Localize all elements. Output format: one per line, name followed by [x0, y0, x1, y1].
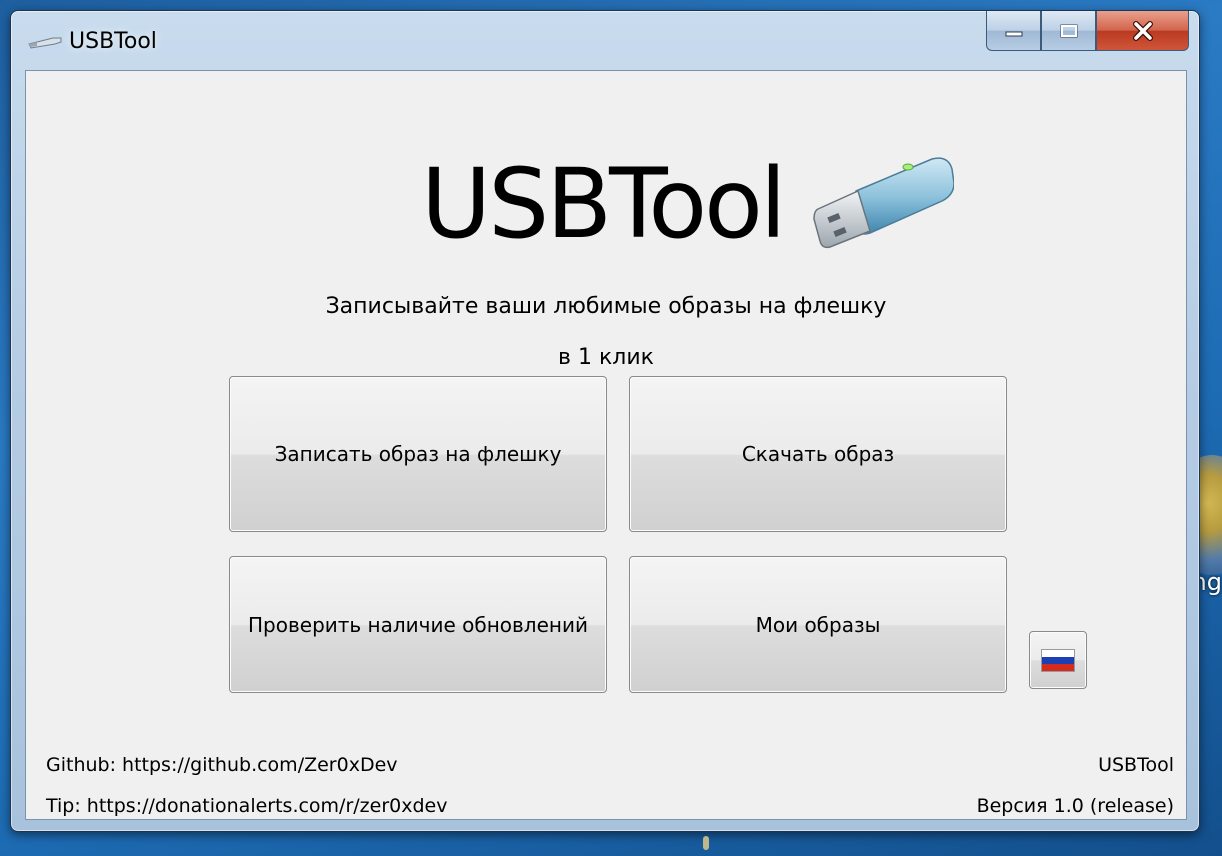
close-button[interactable]	[1096, 11, 1189, 51]
usb-stick-icon	[28, 37, 62, 49]
minimize-button[interactable]	[986, 11, 1041, 51]
download-image-button[interactable]: Скачать образ	[629, 376, 1007, 532]
write-image-button[interactable]: Записать образ на флешку	[229, 376, 607, 532]
minimize-icon	[1005, 31, 1022, 36]
app-heading: USBTool	[421, 148, 787, 260]
russian-flag-icon	[1042, 649, 1074, 671]
close-icon	[1132, 20, 1153, 41]
usb-drive-icon	[813, 157, 954, 249]
github-link: Github: https://github.com/Zer0xDev	[46, 754, 398, 776]
subtitle-line-2: в 1 клик	[558, 345, 654, 370]
app-name-label: USBTool	[1098, 754, 1174, 776]
title-bar[interactable]: USBTool	[11, 11, 1199, 69]
subtitle-line-1: Записывайте ваши любимые образы на флешк…	[325, 294, 887, 319]
my-images-button[interactable]: Мои образы	[629, 556, 1007, 693]
version-label: Версия 1.0 (release)	[976, 795, 1174, 817]
client-area: USBTool Записывайте ваши любимые образы …	[25, 70, 1187, 820]
maximize-icon	[1060, 24, 1077, 37]
check-updates-button[interactable]: Проверить наличие обновлений	[229, 556, 607, 693]
maximize-button[interactable]	[1041, 11, 1096, 51]
tip-link: Tip: https://donationalerts.com/r/zer0xd…	[46, 795, 448, 817]
taskbar-edge	[703, 836, 709, 850]
window-title: USBTool	[69, 29, 157, 54]
language-button[interactable]	[1029, 631, 1087, 689]
app-window: USBTool USBTool Записывайте ваши любимые…	[10, 10, 1200, 832]
